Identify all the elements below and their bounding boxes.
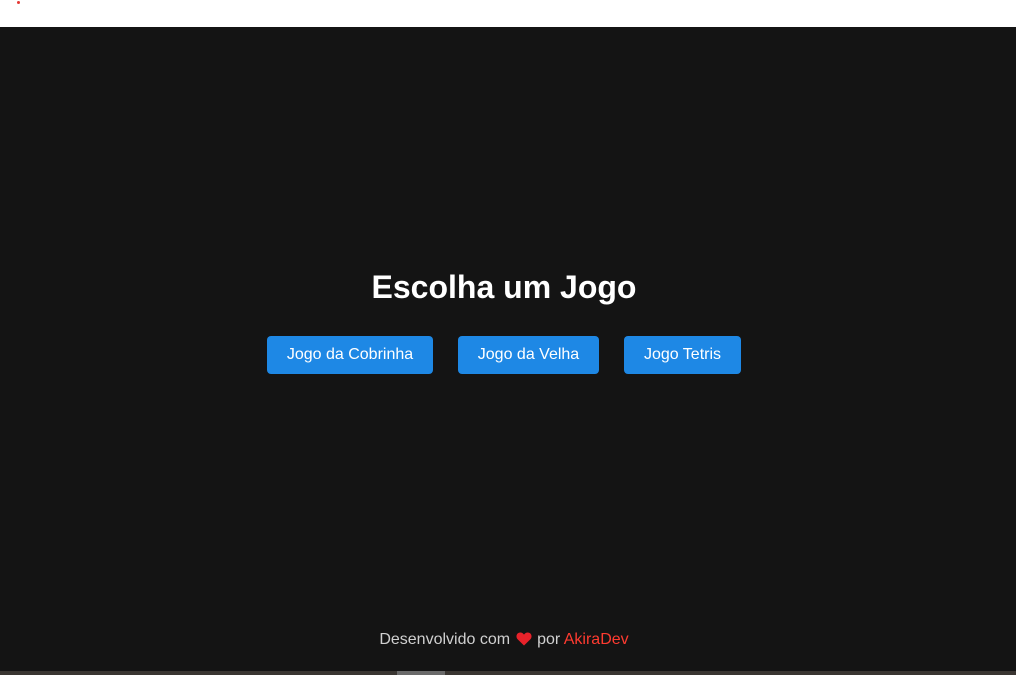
red-dot [17, 1, 20, 4]
scrollbar-thumb[interactable] [397, 671, 445, 675]
heart-icon [516, 632, 532, 652]
snake-game-button[interactable]: Jogo da Cobrinha [267, 336, 433, 374]
top-strip [0, 0, 1016, 27]
horizontal-scrollbar[interactable] [0, 671, 1016, 675]
footer-prefix: Desenvolvido com [379, 631, 511, 648]
tetris-game-button[interactable]: Jogo Tetris [624, 336, 741, 374]
author-link[interactable]: AkiraDev [564, 631, 629, 648]
tictactoe-game-button[interactable]: Jogo da Velha [458, 336, 599, 374]
footer-middle: por [537, 631, 561, 648]
game-menu-page: Escolha um Jogo Jogo da Cobrinha Jogo da… [0, 27, 1016, 671]
footer: Desenvolvido com por AkiraDev [0, 630, 1008, 652]
page-title: Escolha um Jogo [371, 269, 637, 305]
